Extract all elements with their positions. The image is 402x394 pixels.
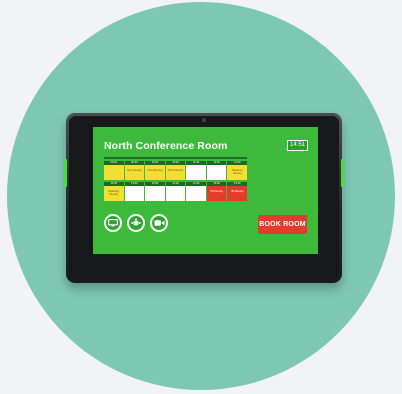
slot-time: 15:00: [206, 182, 227, 186]
status-led-left: [64, 159, 67, 187]
slot-time: 12:30: [104, 182, 124, 186]
slot-label: HR Meeting: [230, 190, 244, 193]
time-slot[interactable]: 14:30: [186, 182, 206, 201]
video-camera-icon: [150, 214, 168, 232]
slot-time: 11:30: [206, 161, 227, 165]
time-slot[interactable]: 10:30 Client Meeting: [165, 161, 186, 180]
book-room-button[interactable]: BOOK ROOM: [258, 215, 307, 234]
slot-time: 10:00: [145, 161, 165, 165]
time-slot[interactable]: 11:30: [206, 161, 227, 180]
time-slot[interactable]: 15:00 HR Meeting: [206, 182, 227, 201]
time-slot[interactable]: 12:00 Marketing Meeting: [227, 161, 248, 180]
slot-time: 13:00: [124, 182, 145, 186]
time-slot[interactable]: 13:00: [124, 182, 145, 201]
time-slot[interactable]: 13:30: [145, 182, 165, 201]
slot-label: HR Meeting: [210, 190, 223, 193]
room-screen: North Conference Room 14:51 09:00 09:30 T…: [93, 127, 318, 254]
status-led-right: [341, 159, 344, 187]
slot-label: Team Meeting: [126, 169, 142, 172]
slot-time: 15:30: [227, 182, 248, 186]
time-slot[interactable]: 11:00: [186, 161, 206, 180]
slot-label: Marketing Meeting: [108, 190, 120, 196]
room-title: North Conference Room: [104, 140, 228, 152]
amenity-icons: [104, 214, 173, 232]
slot-time: 09:00: [104, 161, 124, 165]
time-slot[interactable]: 14:00: [165, 182, 186, 201]
time-slot[interactable]: 15:30 HR Meeting: [227, 182, 248, 201]
slot-time: 09:30: [124, 161, 145, 165]
slot-label: Client Meeting: [167, 169, 184, 172]
slot-time: 11:00: [186, 161, 206, 165]
camera-icon: [202, 118, 206, 122]
slot-time: 14:30: [186, 182, 206, 186]
schedule-row: 09:00 09:30 Team Meeting 10:00 Client Meet…: [104, 161, 248, 180]
time-slot[interactable]: 10:00 Client Meeting: [145, 161, 165, 180]
schedule-row: 12:30 Marketing Meeting 13:00 13:30 14:00…: [104, 182, 248, 201]
time-slot[interactable]: 09:30 Team Meeting: [124, 161, 145, 180]
room-display-tablet: North Conference Room 14:51 09:00 09:30 T…: [64, 113, 344, 283]
slot-time: 14:00: [165, 182, 186, 186]
time-slot[interactable]: 09:00: [104, 161, 124, 180]
display-icon: [104, 214, 122, 232]
slot-label: Marketing Meeting: [232, 169, 243, 175]
slot-label: Client Meeting: [147, 169, 163, 172]
schedule-grid: 09:00 09:30 Team Meeting 10:00 Client Meet…: [104, 157, 248, 201]
clock-display: 14:51: [286, 140, 308, 151]
time-slot[interactable]: 12:30 Marketing Meeting: [104, 182, 124, 201]
slot-time: 10:30: [165, 161, 186, 165]
conference-call-icon: [127, 214, 145, 232]
slot-time: 13:30: [145, 182, 165, 186]
slot-time: 12:00: [227, 161, 248, 165]
